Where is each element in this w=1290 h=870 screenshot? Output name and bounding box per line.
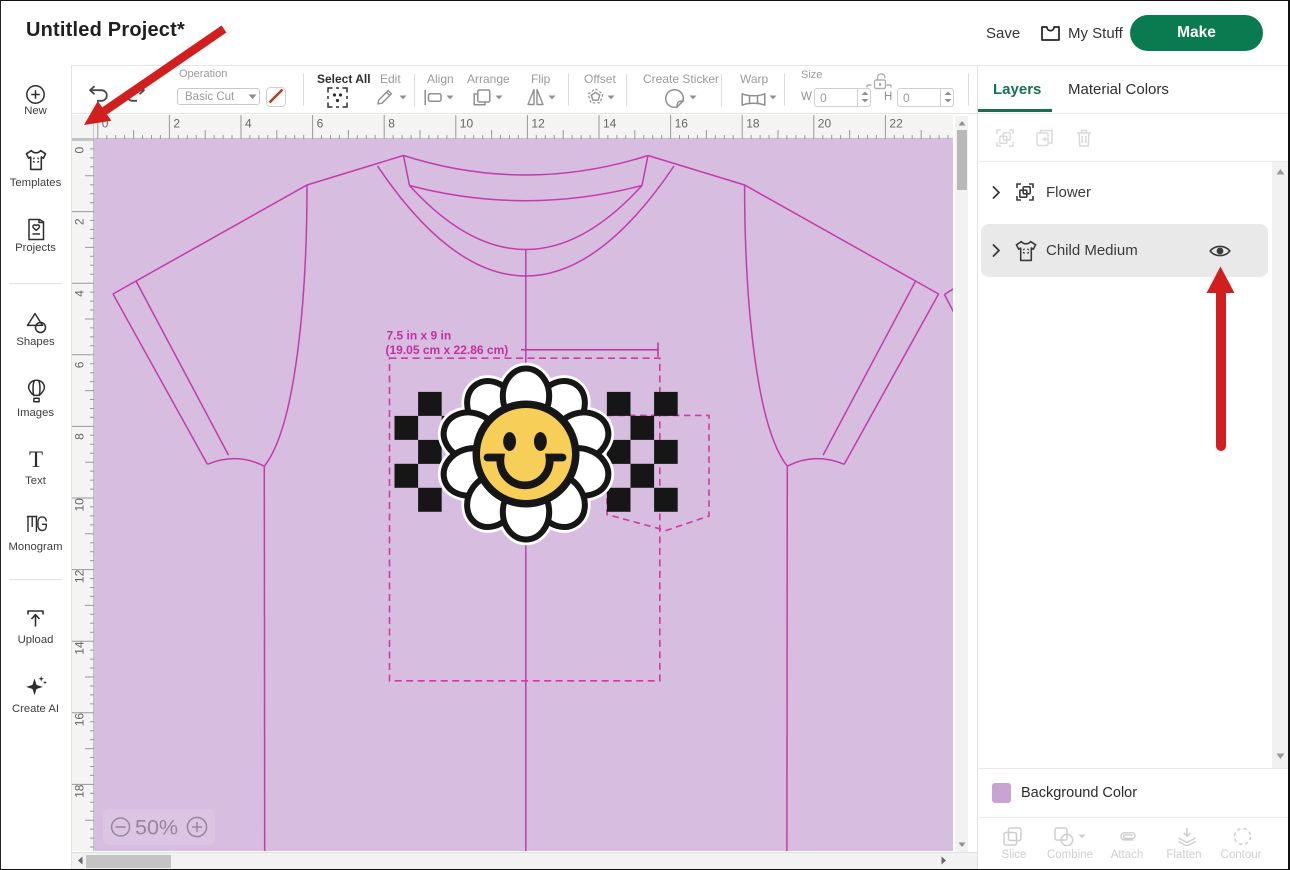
svg-text:2: 2	[73, 218, 87, 225]
svg-text:16: 16	[675, 117, 689, 131]
svg-text:10: 10	[73, 498, 87, 512]
svg-text:22: 22	[889, 117, 903, 131]
svg-text:50%: 50%	[135, 816, 178, 840]
svg-text:7.5 in x 9 in: 7.5 in x 9 in	[387, 329, 452, 343]
svg-text:10: 10	[460, 117, 474, 131]
svg-text:8: 8	[388, 117, 395, 131]
svg-text:4: 4	[245, 117, 252, 131]
svg-text:2: 2	[173, 117, 180, 131]
svg-text:0: 0	[73, 147, 87, 154]
svg-text:20: 20	[818, 117, 832, 131]
svg-text:18: 18	[73, 784, 87, 798]
svg-text:6: 6	[73, 361, 87, 368]
svg-text:8: 8	[73, 433, 87, 440]
svg-text:6: 6	[317, 117, 324, 131]
svg-text:14: 14	[603, 117, 617, 131]
svg-text:0: 0	[102, 117, 109, 131]
svg-text:4: 4	[73, 290, 87, 297]
svg-text:12: 12	[73, 569, 87, 583]
svg-text:(19.05 cm x 22.86 cm): (19.05 cm x 22.86 cm)	[386, 343, 509, 357]
svg-text:12: 12	[531, 117, 545, 131]
svg-text:16: 16	[73, 713, 87, 727]
svg-text:18: 18	[746, 117, 760, 131]
svg-text:14: 14	[73, 641, 87, 655]
